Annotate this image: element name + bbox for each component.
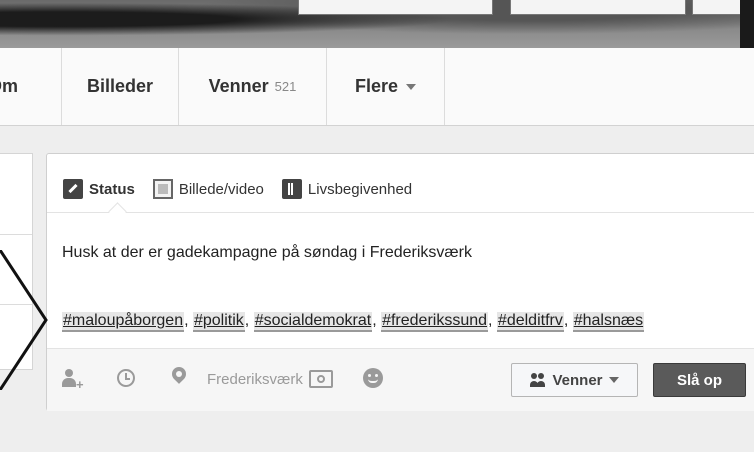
cover-photo (0, 0, 754, 48)
tab-photo-video[interactable]: Billede/video (152, 179, 264, 199)
hashtag[interactable]: #frederikssund (381, 312, 489, 332)
status-text-input[interactable]: Husk at der er gadekampagne på søndag i … (62, 244, 472, 262)
cover-button[interactable] (510, 0, 686, 15)
active-tab-pointer (108, 202, 127, 221)
location-pin-icon[interactable] (169, 364, 189, 384)
nav-tab-om[interactable]: Om (0, 48, 62, 125)
hashtag[interactable]: #delditfrv (496, 312, 564, 332)
nav-tab-label: Billeder (86, 76, 154, 96)
chevron-down-icon (608, 377, 619, 383)
friend-count: 521 (274, 79, 297, 94)
hashtag[interactable]: #politik (192, 312, 245, 332)
tab-label: Billede/video (178, 180, 264, 198)
location-label[interactable]: Frederiksværk (207, 371, 303, 388)
post-composer: Status Billede/video Livsbegivenhed Husk… (46, 153, 754, 411)
tab-life-event[interactable]: Livsbegivenhed (281, 179, 413, 199)
hashtag[interactable]: #halsnæs (572, 312, 645, 332)
nav-tab-venner[interactable]: Venner 521 (179, 48, 327, 125)
composer-footer: + Frederiksværk Venner Slå op (47, 348, 754, 411)
chevron-right-icon (0, 250, 48, 390)
audience-selector-button[interactable]: Venner (511, 363, 638, 397)
nav-tab-label: Flere (354, 76, 399, 96)
post-button[interactable]: Slå op (653, 363, 746, 397)
divider (47, 212, 754, 213)
flag-icon (281, 179, 302, 199)
nav-tab-label: Venner (208, 76, 269, 96)
clock-icon[interactable] (117, 369, 135, 387)
hashtag[interactable]: #maloupåborgen (62, 312, 185, 332)
tab-label: Livsbegivenhed (307, 180, 413, 198)
tab-status[interactable]: Status (63, 179, 135, 199)
cover-edge (740, 0, 754, 48)
profile-nav: Om Billeder Venner 521 Flere (0, 48, 754, 126)
hashtag[interactable]: #socialdemokrat (253, 312, 373, 332)
tag-friends-icon[interactable]: + (61, 369, 84, 391)
nav-tab-flere[interactable]: Flere (327, 48, 445, 125)
camera-icon[interactable] (309, 370, 333, 388)
nav-tab-label: Om (0, 76, 19, 96)
hashtag-line[interactable]: #maloupåborgen, #politik, #socialdemokra… (62, 312, 645, 332)
nav-tab-billeder[interactable]: Billeder (62, 48, 179, 125)
audience-label: Venner (552, 371, 603, 389)
smiley-icon[interactable] (363, 368, 383, 388)
tab-label: Status (89, 180, 135, 198)
photo-icon (152, 179, 173, 199)
divider (0, 234, 32, 235)
composer-tabs: Status Billede/video Livsbegivenhed (63, 174, 430, 204)
pencil-icon (63, 179, 83, 199)
cover-button[interactable] (298, 0, 493, 15)
chevron-down-icon (406, 83, 417, 90)
friends-icon (530, 373, 546, 387)
